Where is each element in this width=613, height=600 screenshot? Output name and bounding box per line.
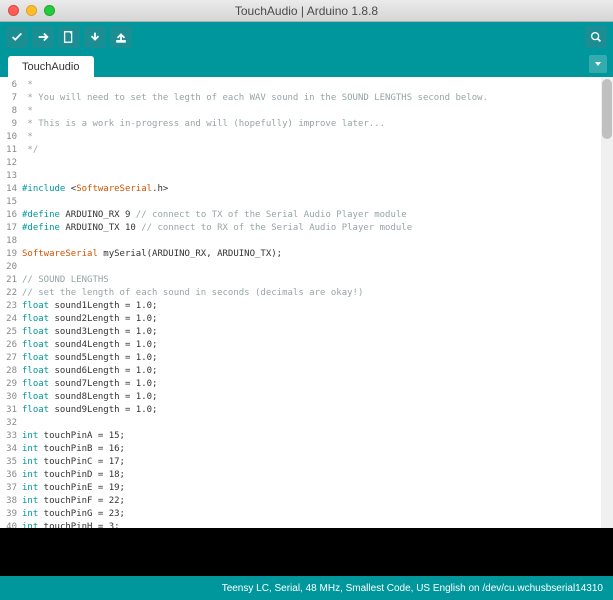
code-line[interactable]: 8 * [0,105,613,118]
traffic-lights [0,5,55,16]
line-number: 39 [0,508,22,521]
code-line[interactable]: 26float sound4Length = 1.0; [0,339,613,352]
code-line[interactable]: 17#define ARDUINO_TX 10 // connect to RX… [0,222,613,235]
line-number: 22 [0,287,22,300]
line-number: 18 [0,235,22,248]
code-line[interactable]: 23float sound1Length = 1.0; [0,300,613,313]
code-line[interactable]: 20 [0,261,613,274]
line-number: 29 [0,378,22,391]
scrollbar-thumb[interactable] [602,79,612,139]
line-number: 13 [0,170,22,183]
code-line[interactable]: 31float sound9Length = 1.0; [0,404,613,417]
line-number: 24 [0,313,22,326]
line-number: 6 [0,79,22,92]
code-line[interactable]: 22// set the length of each sound in sec… [0,287,613,300]
code-line[interactable]: 29float sound7Length = 1.0; [0,378,613,391]
console-panel [0,528,613,576]
verify-button[interactable] [6,26,28,48]
code-line[interactable]: 13 [0,170,613,183]
close-window-icon[interactable] [8,5,19,16]
code-line[interactable]: 30float sound8Length = 1.0; [0,391,613,404]
code-line[interactable]: 6 * [0,79,613,92]
line-number: 34 [0,443,22,456]
code-line[interactable]: 19SoftwareSerial mySerial(ARDUINO_RX, AR… [0,248,613,261]
code-line[interactable]: 39int touchPinG = 23; [0,508,613,521]
line-number: 7 [0,92,22,105]
code-line[interactable]: 37int touchPinE = 19; [0,482,613,495]
code-line[interactable]: 24float sound2Length = 1.0; [0,313,613,326]
code-line[interactable]: 33int touchPinA = 15; [0,430,613,443]
window-title: TouchAudio | Arduino 1.8.8 [0,4,613,18]
upload-button[interactable] [32,26,54,48]
line-number: 28 [0,365,22,378]
code-line[interactable]: 11 */ [0,144,613,157]
tab-menu-button[interactable] [589,55,607,73]
line-number: 40 [0,521,22,528]
line-number: 23 [0,300,22,313]
line-number: 10 [0,131,22,144]
tab-bar: TouchAudio [0,52,613,77]
titlebar: TouchAudio | Arduino 1.8.8 [0,0,613,22]
open-button[interactable] [84,26,106,48]
zoom-window-icon[interactable] [44,5,55,16]
line-number: 37 [0,482,22,495]
line-number: 17 [0,222,22,235]
code-line[interactable]: 16#define ARDUINO_RX 9 // connect to TX … [0,209,613,222]
line-number: 12 [0,157,22,170]
code-line[interactable]: 38int touchPinF = 22; [0,495,613,508]
line-number: 30 [0,391,22,404]
code-line[interactable]: 21// SOUND LENGTHS [0,274,613,287]
line-number: 8 [0,105,22,118]
code-line[interactable]: 27float sound5Length = 1.0; [0,352,613,365]
status-bar: Teensy LC, Serial, 48 MHz, Smallest Code… [0,576,613,600]
code-line[interactable]: 9 * This is a work in-progress and will … [0,118,613,131]
line-number: 31 [0,404,22,417]
code-editor[interactable]: 6 *7 * You will need to set the legth of… [0,77,613,528]
line-number: 16 [0,209,22,222]
line-number: 32 [0,417,22,430]
toolbar [0,22,613,52]
save-button[interactable] [110,26,132,48]
line-number: 26 [0,339,22,352]
code-line[interactable]: 36int touchPinD = 18; [0,469,613,482]
code-line[interactable]: 35int touchPinC = 17; [0,456,613,469]
serial-monitor-button[interactable] [585,26,607,48]
code-line[interactable]: 32 [0,417,613,430]
code-line[interactable]: 34int touchPinB = 16; [0,443,613,456]
line-number: 21 [0,274,22,287]
code-line[interactable]: 7 * You will need to set the legth of ea… [0,92,613,105]
code-line[interactable]: 40int touchPinH = 3; [0,521,613,528]
tab-touchaudio[interactable]: TouchAudio [8,56,94,77]
new-button[interactable] [58,26,80,48]
line-number: 33 [0,430,22,443]
line-number: 19 [0,248,22,261]
code-line[interactable]: 14#include <SoftwareSerial.h> [0,183,613,196]
line-number: 25 [0,326,22,339]
minimize-window-icon[interactable] [26,5,37,16]
code-line[interactable]: 25float sound3Length = 1.0; [0,326,613,339]
line-number: 15 [0,196,22,209]
line-number: 36 [0,469,22,482]
line-number: 9 [0,118,22,131]
code-line[interactable]: 15 [0,196,613,209]
scrollbar[interactable] [601,77,613,528]
line-number: 11 [0,144,22,157]
code-line[interactable]: 12 [0,157,613,170]
line-number: 35 [0,456,22,469]
line-number: 27 [0,352,22,365]
board-info: Teensy LC, Serial, 48 MHz, Smallest Code… [222,583,603,594]
code-line[interactable]: 28float sound6Length = 1.0; [0,365,613,378]
line-number: 14 [0,183,22,196]
line-number: 38 [0,495,22,508]
code-line[interactable]: 18 [0,235,613,248]
code-line[interactable]: 10 * [0,131,613,144]
line-number: 20 [0,261,22,274]
